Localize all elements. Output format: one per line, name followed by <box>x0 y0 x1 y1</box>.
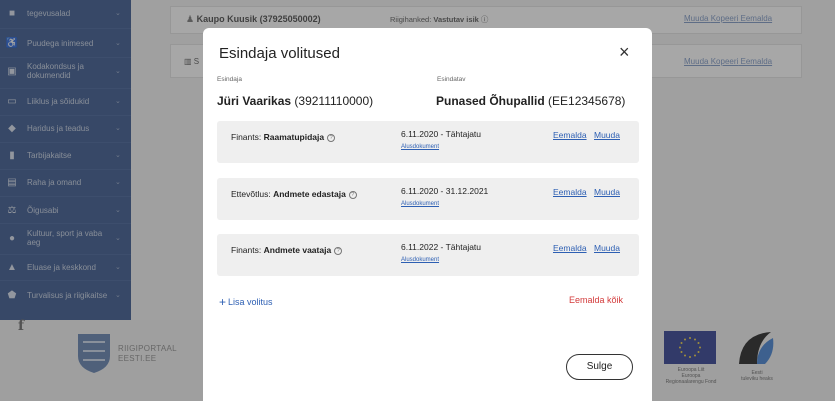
authorization-card: Finants: Raamatupidaja? 6.11.2020 - Täht… <box>217 121 639 163</box>
plus-icon: + <box>219 295 227 309</box>
close-button[interactable]: Sulge <box>566 354 633 380</box>
remove-link[interactable]: Eemalda <box>553 187 587 197</box>
represented-company: Punased Õhupallid <box>436 94 545 108</box>
base-document-link[interactable]: Alusdokument <box>401 257 439 263</box>
role-name: Raamatupidaja <box>263 132 325 142</box>
represented-code: (EE12345678) <box>548 94 626 108</box>
add-authorization-link[interactable]: + Lisa volitus <box>219 295 273 309</box>
validity-period: 6.11.2020 - Tähtajatu <box>401 129 482 139</box>
help-icon[interactable]: ? <box>334 247 343 255</box>
role-area: Finants: <box>231 245 262 255</box>
role-area: Finants: <box>231 132 262 142</box>
change-link[interactable]: Muuda <box>594 130 620 140</box>
modal-title: Esindaja volitused <box>219 45 340 62</box>
base-document-link[interactable]: Alusdokument <box>401 201 439 207</box>
remove-link[interactable]: Eemalda <box>553 243 587 253</box>
role-name: Andmete edastaja <box>273 189 346 199</box>
represented-label: Esindatav <box>437 76 466 83</box>
authorization-role: Ettevõtlus: Andmete edastaja? <box>231 189 357 199</box>
authorization-role: Finants: Andmete vaataja? <box>231 245 343 255</box>
help-icon[interactable]: ? <box>348 191 357 199</box>
representative-person: Jüri Vaarikas <box>217 94 292 108</box>
remove-link[interactable]: Eemalda <box>553 130 587 140</box>
represented-name: Punased Õhupallid (EE12345678) <box>436 94 625 108</box>
representative-name: Jüri Vaarikas (39211110000) <box>217 94 373 108</box>
validity-period: 6.11.2020 - 31.12.2021 <box>401 186 489 196</box>
validity-period: 6.11.2022 - Tähtajatu <box>401 242 482 252</box>
help-icon[interactable]: ? <box>327 134 336 142</box>
authorizations-modal: Esindaja volitused × Esindaja Esindatav … <box>203 28 652 401</box>
authorization-card: Ettevõtlus: Andmete edastaja? 6.11.2020 … <box>217 178 639 220</box>
close-icon[interactable]: × <box>619 43 630 61</box>
add-authorization-label: Lisa volitus <box>228 297 273 307</box>
representative-code: (39211110000) <box>294 94 374 108</box>
authorization-role: Finants: Raamatupidaja? <box>231 132 336 142</box>
change-link[interactable]: Muuda <box>594 187 620 197</box>
representative-label: Esindaja <box>217 76 242 83</box>
authorization-card: Finants: Andmete vaataja? 6.11.2022 - Tä… <box>217 234 639 276</box>
remove-all-link[interactable]: Eemalda kõik <box>569 295 623 305</box>
base-document-link[interactable]: Alusdokument <box>401 144 439 150</box>
role-name: Andmete vaataja <box>263 245 332 255</box>
change-link[interactable]: Muuda <box>594 243 620 253</box>
role-area: Ettevõtlus: <box>231 189 271 199</box>
